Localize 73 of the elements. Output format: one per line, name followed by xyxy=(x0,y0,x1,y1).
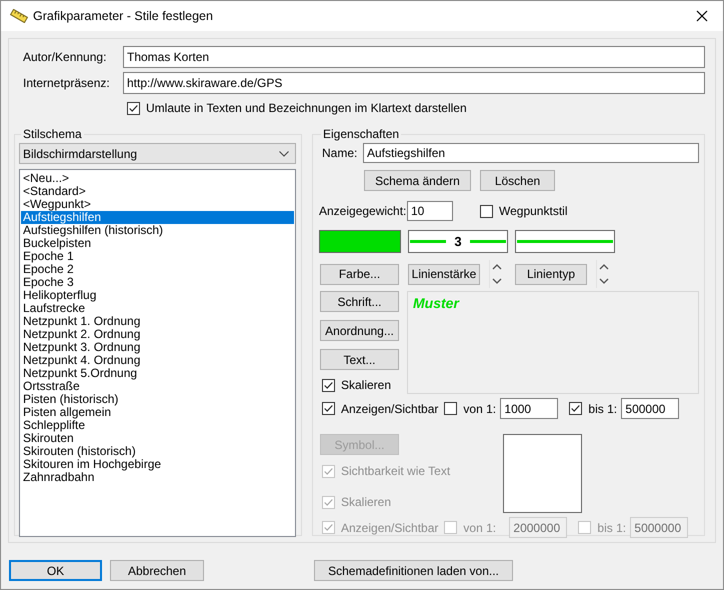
line-width-value: 3 xyxy=(454,234,462,249)
list-item[interactable]: Zahnradbahn xyxy=(21,471,294,484)
close-icon[interactable] xyxy=(696,10,708,22)
checkbox[interactable] xyxy=(444,402,458,415)
list-item[interactable]: Skirouten (historisch) xyxy=(21,445,294,458)
checkbox[interactable] xyxy=(322,378,335,392)
list-item[interactable]: Netzpunkt 2. Ordnung xyxy=(21,328,294,341)
list-item[interactable]: Netzpunkt 4. Ordnung xyxy=(21,354,294,367)
delete-button[interactable]: Löschen xyxy=(480,170,555,191)
line-width-button[interactable]: Linienstärke xyxy=(408,264,480,284)
checkbox-label: bis 1: xyxy=(597,520,628,534)
field-label: Anzeigegewicht: xyxy=(319,204,407,218)
checkbox-label: bis 1: xyxy=(588,402,618,416)
list-item[interactable]: Pisten (historisch) xyxy=(21,393,294,406)
line-type-button[interactable]: Linientyp xyxy=(515,264,587,284)
list-item[interactable]: Netzpunkt 3. Ordnung xyxy=(21,341,294,354)
list-item[interactable]: <Neu...> xyxy=(21,172,294,185)
sample-text: Muster xyxy=(413,295,459,311)
list-item[interactable]: Epoche 3 xyxy=(21,276,294,289)
dialog-button[interactable]: Schemadefinitionen laden von... xyxy=(314,560,513,581)
font-button[interactable]: Schrift... xyxy=(320,291,399,312)
website-field[interactable]: http://www.skiraware.de/GPS xyxy=(123,72,705,94)
checkbox-label: Umlaute in Texten und Bezeichnungen im Klartext darstellen xyxy=(146,101,467,115)
checkbox-label: Sichtbarkeit wie Text xyxy=(341,464,450,478)
text-button[interactable]: Text... xyxy=(320,349,399,370)
checkbox-label: Anzeigen/Sichtbar xyxy=(341,402,438,416)
list-item[interactable]: Netzpunkt 5.Ordnung xyxy=(21,367,294,380)
spin-arrows-icon[interactable] xyxy=(489,260,504,288)
scale-to-field[interactable]: 500000 xyxy=(621,398,680,419)
list-item[interactable]: Aufstiegshilfen xyxy=(21,211,294,224)
field-label: Name: xyxy=(322,146,358,160)
weight-field[interactable]: 10 xyxy=(407,201,453,221)
checkbox-label: Anzeigen/Sichtbar xyxy=(341,520,438,534)
field-label: Internetpräsenz: xyxy=(23,76,111,90)
list-item[interactable]: <Standard> xyxy=(21,185,294,198)
group-title: Eigenschaften xyxy=(322,127,400,141)
name-field[interactable]: Aufstiegshilfen xyxy=(363,143,699,163)
checkbox-label: von 1: xyxy=(463,402,498,416)
window-title: Grafikparameter - Stile festlegen xyxy=(33,9,213,23)
list-item[interactable]: Aufstiegshilfen (historisch) xyxy=(21,224,294,237)
checkbox[interactable] xyxy=(569,402,582,415)
arrangement-button[interactable]: Anordnung... xyxy=(320,320,399,341)
checkbox-label: Skalieren xyxy=(341,378,392,392)
chevron-down-icon xyxy=(279,150,289,156)
list-item[interactable]: Epoche 2 xyxy=(21,263,294,276)
list-item[interactable]: Buckelpisten xyxy=(21,237,294,250)
color-button[interactable]: Farbe... xyxy=(320,264,399,284)
change-scheme-button[interactable]: Schema ändern xyxy=(364,170,471,191)
list-item[interactable]: Laufstrecke xyxy=(21,302,294,315)
checkbox-label: Wegpunktstil xyxy=(499,204,568,218)
author-field[interactable]: Thomas Korten xyxy=(123,46,705,68)
list-item[interactable]: <Wegpunkt> xyxy=(21,198,294,211)
list-item[interactable]: Skitouren im Hochgebirge xyxy=(21,458,294,471)
scheme-dropdown[interactable]: Bildschirmdarstellung xyxy=(19,143,296,164)
scale-from-field[interactable]: 1000 xyxy=(500,398,558,419)
list-item[interactable]: Skirouten xyxy=(21,432,294,445)
ruler-icon xyxy=(10,9,28,23)
list-item[interactable]: Pisten allgemein xyxy=(21,406,294,419)
field-label: Autor/Kennung: xyxy=(23,50,108,64)
list-item[interactable]: Schlepplifte xyxy=(21,419,294,432)
checkbox-label: von 1: xyxy=(463,520,498,534)
checkbox[interactable] xyxy=(322,402,335,415)
list-item[interactable]: Helikopterflug xyxy=(21,289,294,302)
checkbox[interactable] xyxy=(480,204,493,218)
checkbox-label: Skalieren xyxy=(341,495,392,509)
group-title: Stilschema xyxy=(22,127,83,141)
list-item[interactable]: Netzpunkt 1. Ordnung xyxy=(21,315,294,328)
list-item[interactable]: Epoche 1 xyxy=(21,250,294,263)
checkbox[interactable] xyxy=(127,102,140,114)
list-item[interactable]: Ortsstraße xyxy=(21,380,294,393)
dialog-button[interactable]: Abbrechen xyxy=(110,560,204,581)
dialog-button[interactable]: OK xyxy=(9,560,102,581)
spin-arrows-icon[interactable] xyxy=(596,260,611,288)
